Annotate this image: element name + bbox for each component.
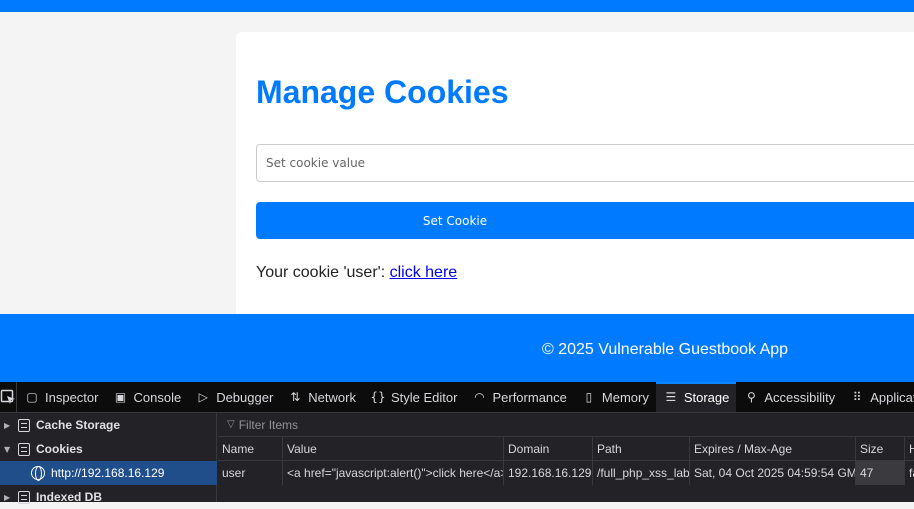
tree-item-cookies[interactable]: ▼ Cookies xyxy=(0,437,217,461)
top-accent-bar xyxy=(0,0,914,12)
tab-storage[interactable]: ☰ Storage xyxy=(655,382,737,412)
cookie-card: Manage Cookies Set Cookie Your cookie 'u… xyxy=(236,32,914,332)
tab-application[interactable]: ⠿Applicatio xyxy=(842,382,914,412)
tab-accessibility[interactable]: ⚲ Accessibility xyxy=(736,382,842,412)
footer-text: © 2025 Vulnerable Guestbook App xyxy=(542,341,789,358)
filter-items-input[interactable]: ▽ Filter Items xyxy=(218,413,914,437)
tab-performance[interactable]: ◠ Performance xyxy=(464,382,573,412)
cookie-display: Your cookie 'user': click here xyxy=(256,264,457,282)
table-row[interactable]: user <a href="javascript:alert()">click … xyxy=(218,461,914,485)
database-icon xyxy=(18,442,30,456)
cell-path: /full_php_xss_lab xyxy=(593,461,690,485)
cell-name: user xyxy=(218,461,283,485)
table-header: Name Value Domain Path Expires / Max-Age… xyxy=(218,437,914,461)
accessibility-icon: ⚲ xyxy=(746,390,756,404)
column-header-path[interactable]: Path xyxy=(593,437,690,461)
tab-memory[interactable]: ▯ Memory xyxy=(574,382,656,412)
cookie-value-input[interactable] xyxy=(256,144,914,182)
element-picker-button[interactable] xyxy=(0,382,17,412)
column-header-expires[interactable]: Expires / Max-Age xyxy=(690,437,856,461)
set-cookie-button[interactable]: Set Cookie xyxy=(256,202,914,239)
column-header-value[interactable]: Value xyxy=(283,437,504,461)
storage-tree: ▶ Cache Storage ▼ Cookies http://192.168.1… xyxy=(0,413,217,504)
column-header-size[interactable]: Size xyxy=(856,437,905,461)
column-header-name[interactable]: Name xyxy=(218,437,283,461)
database-icon xyxy=(18,418,30,432)
page-body: Manage Cookies Set Cookie Your cookie 'u… xyxy=(0,12,914,332)
page-title: Manage Cookies xyxy=(256,74,509,110)
tab-debugger[interactable]: ▷ Debugger xyxy=(188,382,280,412)
debugger-icon: ▷ xyxy=(198,390,208,404)
column-header-httponly[interactable]: H xyxy=(905,437,914,461)
tab-console[interactable]: ▣ Console xyxy=(105,382,188,412)
cookie-table: ▽ Filter Items Name Value Domain Path Exp… xyxy=(218,413,914,502)
inspector-icon: ▢ xyxy=(26,390,38,404)
tab-style-editor[interactable]: {} Style Editor xyxy=(363,382,464,412)
collapsed-arrow-icon: ▶ xyxy=(4,420,11,430)
column-header-domain[interactable]: Domain xyxy=(504,437,593,461)
style-editor-icon: {} xyxy=(370,390,386,404)
footer: © 2025 Vulnerable Guestbook App xyxy=(0,314,914,382)
network-icon: ⇅ xyxy=(290,390,301,404)
cell-size: 47 xyxy=(856,461,905,485)
cell-expires: Sat, 04 Oct 2025 04:59:54 GMT xyxy=(690,461,856,485)
devtools-panel: ▢ Inspector ▣ Console ▷ Debugger ⇅ Network {… xyxy=(0,382,914,504)
filter-icon: ▽ xyxy=(227,419,235,430)
storage-icon: ☰ xyxy=(665,390,677,404)
set-cookie-button-label: Set Cookie xyxy=(422,213,488,228)
memory-icon: ▯ xyxy=(585,390,593,404)
devtools-tabbar: ▢ Inspector ▣ Console ▷ Debugger ⇅ Network {… xyxy=(0,382,914,413)
tree-item-cache-storage[interactable]: ▶ Cache Storage xyxy=(0,413,217,437)
cell-value: <a href="javascript:alert()">click here<… xyxy=(283,461,504,485)
tree-item-indexed-db[interactable]: ▶ Indexed DB xyxy=(0,485,217,509)
element-picker-icon xyxy=(0,389,15,404)
console-icon: ▣ xyxy=(114,390,127,404)
tab-inspector[interactable]: ▢ Inspector xyxy=(17,382,105,412)
globe-icon xyxy=(31,466,45,481)
tab-network[interactable]: ⇅ Network xyxy=(280,382,363,412)
cookie-link[interactable]: click here xyxy=(390,264,458,281)
application-icon: ⠿ xyxy=(852,390,862,404)
tree-item-host[interactable]: http://192.168.16.129 xyxy=(0,461,217,485)
collapsed-arrow-icon: ▶ xyxy=(4,492,11,502)
performance-icon: ◠ xyxy=(474,390,485,404)
cell-domain: 192.168.16.129 xyxy=(504,461,593,485)
expanded-arrow-icon: ▼ xyxy=(4,444,11,454)
cookie-prefix: Your cookie 'user': xyxy=(256,264,390,281)
cell-httponly: fa xyxy=(909,466,914,480)
